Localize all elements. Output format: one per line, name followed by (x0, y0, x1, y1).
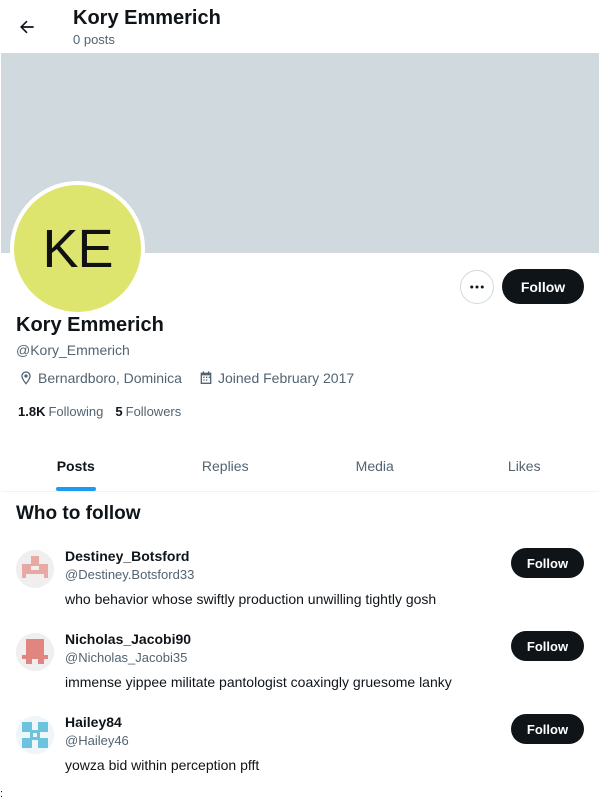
tab-media[interactable]: Media (300, 440, 450, 491)
suggested-user[interactable]: Nicholas_Jacobi90 @Nicholas_Jacobi35 imm… (0, 629, 600, 709)
profile-handle: @Kory_Emmerich (16, 342, 130, 358)
avatar[interactable] (16, 633, 54, 671)
location-pin-icon (21, 371, 31, 385)
active-tab-indicator (55, 487, 96, 491)
profile-tabs: Posts Replies Media Likes (1, 440, 599, 492)
calendar-icon (200, 371, 212, 384)
suggested-user-handle: @Destiney.Botsford33 (65, 567, 195, 582)
location: Bernardboro, Dominica (18, 370, 182, 386)
followers-link[interactable]: 5 Followers (115, 404, 181, 419)
profile-meta: Bernardboro, Dominica Joined February 20… (18, 370, 370, 386)
join-date-text: Joined February 2017 (217, 370, 355, 386)
suggested-user-name[interactable]: Nicholas_Jacobi90 (65, 631, 191, 647)
avatar[interactable]: KE (10, 181, 145, 316)
more-options-button[interactable] (460, 270, 494, 304)
suggested-user-bio: yowza bid within perception pfft (65, 757, 260, 773)
avatar-initials: KE (14, 185, 141, 312)
tab-posts-label: Posts (56, 457, 95, 474)
suggested-user-bio: who behavior whose swiftly production un… (65, 591, 437, 607)
avatar[interactable] (16, 716, 54, 754)
suggested-user-handle: @Hailey46 (65, 733, 129, 748)
tab-replies-label: Replies (201, 457, 249, 474)
arrow-left-icon (20, 20, 34, 34)
location-text: Bernardboro, Dominica (38, 370, 182, 386)
suggested-user[interactable]: Hailey84 @Hailey46 yowza bid within perc… (0, 712, 600, 792)
follow-button[interactable]: Follow (511, 714, 584, 744)
tab-likes[interactable]: Likes (450, 440, 600, 491)
following-link[interactable]: 1.8K Following (18, 404, 103, 419)
more-horizontal-icon (470, 285, 484, 289)
profile-name: Kory Emmerich (16, 314, 164, 336)
suggested-user-bio: immense yippee militate pantologist coax… (65, 674, 452, 690)
suggested-user-name[interactable]: Hailey84 (65, 714, 122, 730)
join-date: Joined February 2017 (198, 370, 354, 386)
tab-media-label: Media (355, 457, 394, 474)
followers-count: 5 (115, 404, 123, 419)
suggested-user-handle: @Nicholas_Jacobi35 (65, 650, 188, 665)
tab-posts[interactable]: Posts (1, 440, 151, 491)
post-count: 0 posts (73, 32, 115, 47)
tab-replies[interactable]: Replies (151, 440, 301, 491)
follow-button[interactable]: Follow (511, 631, 584, 661)
who-to-follow-title: Who to follow (16, 503, 141, 524)
follow-button[interactable]: Follow (502, 269, 584, 304)
identicon-icon (16, 716, 54, 754)
suggested-user[interactable]: Destiney_Botsford @Destiney.Botsford33 w… (0, 546, 600, 626)
following-label: Following (48, 404, 104, 419)
header-title: Kory Emmerich (73, 7, 221, 29)
tab-likes-label: Likes (507, 457, 541, 474)
following-count: 1.8K (18, 404, 46, 419)
identicon-icon (16, 633, 54, 671)
suggested-user-name[interactable]: Destiney_Botsford (65, 548, 189, 564)
follow-stats: 1.8K Following 5 Followers (18, 404, 193, 419)
identicon-icon (16, 550, 54, 588)
followers-label: Followers (125, 404, 182, 419)
back-button[interactable] (9, 9, 45, 45)
avatar[interactable] (16, 550, 54, 588)
follow-button[interactable]: Follow (511, 548, 584, 578)
corner-mark: : (0, 788, 4, 800)
top-bar: Kory Emmerich 0 posts (0, 0, 600, 53)
